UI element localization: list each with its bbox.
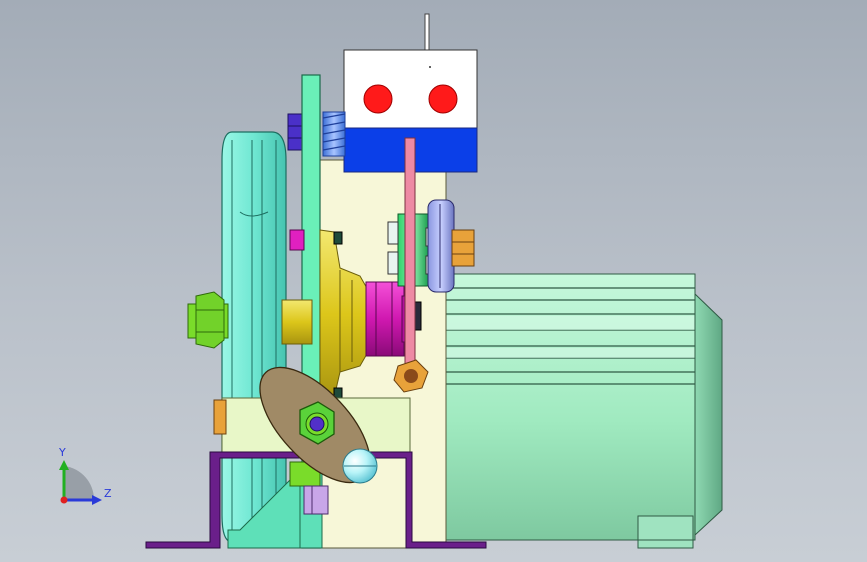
compression-spring <box>322 111 346 157</box>
motor-foot <box>637 515 694 549</box>
idler-wheel <box>427 199 455 293</box>
hex-nut-magenta <box>289 229 305 251</box>
indicator-light-left <box>363 84 393 114</box>
cad-viewport[interactable]: Y Z <box>0 0 867 562</box>
hex-nut-orange-small <box>213 399 227 435</box>
axis-label-z: Z <box>104 487 112 500</box>
hex-nut-orange <box>451 229 475 267</box>
motor <box>439 273 723 549</box>
follower-ball <box>342 448 378 484</box>
switch-pushrod <box>404 137 416 371</box>
switch-actuator-lever <box>424 13 430 53</box>
assembly-drawing: Y Z <box>58 13 723 549</box>
coordinate-triad: Y Z <box>58 446 112 505</box>
lilac-pin <box>303 485 329 515</box>
motor-end-cap <box>694 292 723 537</box>
drive-pulley <box>221 131 287 543</box>
triad-origin <box>60 496 68 504</box>
switch-housing-top <box>343 49 478 131</box>
indicator-light-right <box>428 84 458 114</box>
axis-label-y: Y <box>58 446 66 459</box>
